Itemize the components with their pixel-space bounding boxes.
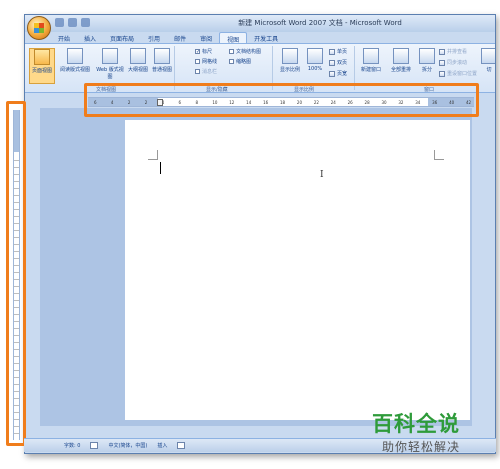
proofing-icon[interactable] xyxy=(90,442,99,449)
side-by-side-icon xyxy=(439,48,445,55)
print-layout-icon xyxy=(34,49,50,65)
zoom-button[interactable]: 显示比例 xyxy=(277,48,303,73)
title-bar: 新建 Microsoft Word 2007 文档 - Microsoft Wo… xyxy=(25,15,495,32)
vertical-ruler-highlight xyxy=(6,101,26,446)
watermark-logo: 百科全说 助你轻松解决 xyxy=(372,412,461,454)
text-cursor xyxy=(160,162,161,174)
reset-position-icon xyxy=(439,70,445,77)
draft-button[interactable]: 普通视图 xyxy=(150,48,174,73)
macro-record-icon[interactable] xyxy=(177,442,186,449)
new-window-icon xyxy=(363,48,379,64)
ruler-checkbox[interactable]: ✓ 标尺 xyxy=(195,48,212,55)
office-button[interactable] xyxy=(27,16,51,40)
draft-icon xyxy=(154,48,170,64)
reset-position-button[interactable]: 重设窗口位置 xyxy=(439,70,477,77)
pages-icon xyxy=(329,59,335,66)
horizontal-ruler-highlight xyxy=(84,83,479,117)
outline-icon xyxy=(130,48,146,64)
gridlines-checkbox[interactable]: 网格线 xyxy=(195,58,217,65)
switch-windows-icon xyxy=(481,48,495,64)
thumbnails-checkbox[interactable]: 缩略图 xyxy=(229,58,251,65)
side-by-side-button[interactable]: 并排查看 xyxy=(439,48,467,55)
crop-mark-top-right xyxy=(434,150,444,160)
check-icon: ✓ xyxy=(195,49,201,55)
document-map-checkbox[interactable]: 文档结构图 xyxy=(229,48,261,55)
new-window-button[interactable]: 新建窗口 xyxy=(357,48,385,73)
arrange-all-button[interactable]: 全部重排 xyxy=(387,48,415,73)
page-width-button[interactable]: 页宽 xyxy=(329,70,347,77)
zoom-100-button[interactable]: 100% xyxy=(305,48,325,72)
split-button[interactable]: 拆分 xyxy=(417,48,437,73)
reading-icon xyxy=(67,48,83,64)
document-page[interactable] xyxy=(125,120,470,420)
switch-windows-button[interactable]: 切 xyxy=(481,48,495,73)
document-100-icon xyxy=(307,48,323,64)
one-page-button[interactable]: 单页 xyxy=(329,48,347,55)
arrange-icon xyxy=(393,48,409,64)
crop-mark-top-left xyxy=(148,150,158,160)
page-icon xyxy=(329,48,335,55)
full-screen-reading-button[interactable]: 阅读版式视图 xyxy=(57,48,93,73)
web-layout-button[interactable]: Web 版式视图 xyxy=(95,48,125,80)
split-icon xyxy=(419,48,435,64)
sync-scroll-icon xyxy=(439,59,445,66)
ibeam-cursor-icon: I xyxy=(320,170,324,180)
web-layout-icon xyxy=(102,48,118,64)
insert-mode[interactable]: 插入 xyxy=(157,442,167,449)
print-layout-button[interactable]: 页面视图 xyxy=(29,48,55,84)
office-logo-icon xyxy=(34,23,44,33)
sync-scroll-button[interactable]: 同步滚动 xyxy=(439,59,467,66)
word-count[interactable]: 字数: 0 xyxy=(64,442,80,449)
page-width-icon xyxy=(329,70,335,77)
message-bar-checkbox[interactable]: 消息栏 xyxy=(195,68,217,75)
magnifier-icon xyxy=(282,48,298,64)
outline-button[interactable]: 大纲视图 xyxy=(127,48,149,73)
language-indicator[interactable]: 中文(简体，中国) xyxy=(108,442,147,449)
two-pages-button[interactable]: 双页 xyxy=(329,59,347,66)
window-title: 新建 Microsoft Word 2007 文档 - Microsoft Wo… xyxy=(238,19,402,27)
